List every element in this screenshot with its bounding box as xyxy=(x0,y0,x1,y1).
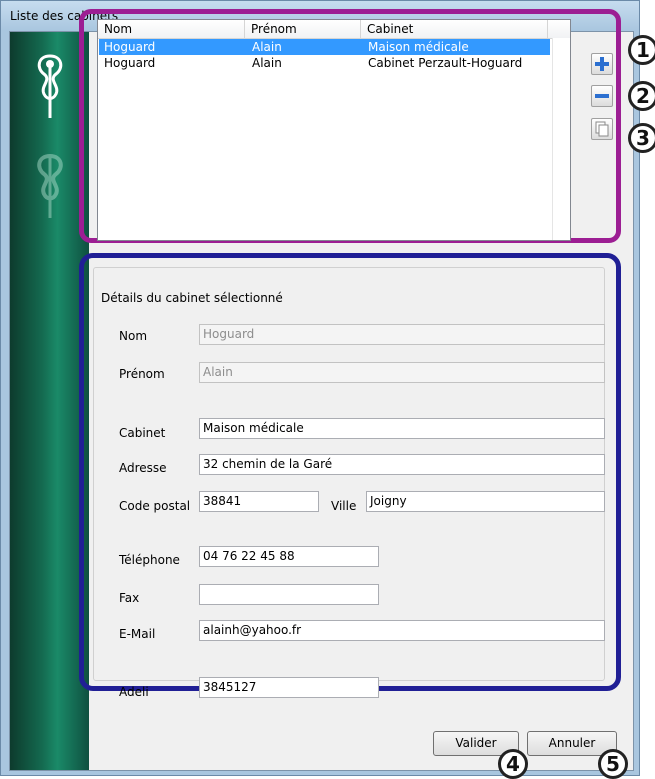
prenom-label: Prénom xyxy=(119,367,165,381)
cell-prenom: Alain xyxy=(252,40,282,54)
callout-2: 2 xyxy=(628,81,655,111)
column-header-prenom[interactable]: Prénom xyxy=(245,20,361,38)
list-scrollbar[interactable] xyxy=(552,38,570,240)
cabinet-field[interactable]: Maison médicale xyxy=(199,418,605,439)
callout-4: 4 xyxy=(498,749,528,779)
cabinet-list[interactable]: Nom Prénom Cabinet Hoguard Alain Maison … xyxy=(97,19,571,241)
remove-cabinet-button[interactable] xyxy=(591,85,613,107)
cabinet-label: Cabinet xyxy=(119,426,166,440)
copy-icon xyxy=(595,121,609,137)
ville-field[interactable]: Joigny xyxy=(366,491,605,512)
cell-nom: Hoguard xyxy=(104,40,156,54)
email-field[interactable]: alainh@yahoo.fr xyxy=(199,620,605,641)
callout-5: 5 xyxy=(598,749,628,779)
column-header-cabinet[interactable]: Cabinet xyxy=(361,20,548,38)
email-label: E-Mail xyxy=(119,627,156,641)
caduceus-logo-icon xyxy=(37,54,63,118)
adresse-label: Adresse xyxy=(119,461,167,475)
list-row[interactable]: Hoguard Alain Cabinet Perzault-Hoguard xyxy=(99,55,550,71)
code-postal-label: Code postal xyxy=(119,499,191,513)
prenom-field: Alain xyxy=(199,362,605,383)
callout-1: 1 xyxy=(628,35,655,65)
minus-icon xyxy=(595,94,609,98)
cell-nom: Hoguard xyxy=(104,56,156,70)
details-legend: Détails du cabinet sélectionné xyxy=(99,291,285,305)
fax-label: Fax xyxy=(119,591,140,605)
nom-label: Nom xyxy=(119,329,148,343)
ville-label: Ville xyxy=(331,499,357,513)
add-cabinet-button[interactable] xyxy=(591,53,613,75)
column-header-nom[interactable]: Nom xyxy=(98,20,245,38)
telephone-label: Téléphone xyxy=(119,553,180,567)
dialog-window: Liste des cabinets Nom Prénom Cabinet Ho… xyxy=(0,0,655,779)
adeli-label: Adeli xyxy=(119,685,149,699)
nom-field: Hoguard xyxy=(199,324,605,345)
adeli-field[interactable]: 3845127 xyxy=(199,677,379,698)
plus-icon xyxy=(595,57,609,71)
callout-3: 3 xyxy=(628,123,655,153)
cell-prenom: Alain xyxy=(252,56,282,70)
adresse-field[interactable]: 32 chemin de la Garé xyxy=(199,454,605,475)
code-postal-field[interactable]: 38841 xyxy=(199,491,319,512)
list-row[interactable]: Hoguard Alain Maison médicale xyxy=(99,39,550,55)
fax-field[interactable] xyxy=(199,584,379,605)
list-header: Nom Prénom Cabinet xyxy=(98,20,570,39)
sidebar-banner xyxy=(10,32,89,770)
cell-cabinet: Cabinet Perzault-Hoguard xyxy=(368,56,523,70)
caduceus-watermark-icon xyxy=(37,153,63,218)
telephone-field[interactable]: 04 76 22 45 88 xyxy=(199,546,379,567)
cell-cabinet: Maison médicale xyxy=(368,40,469,54)
duplicate-cabinet-button[interactable] xyxy=(591,118,613,140)
